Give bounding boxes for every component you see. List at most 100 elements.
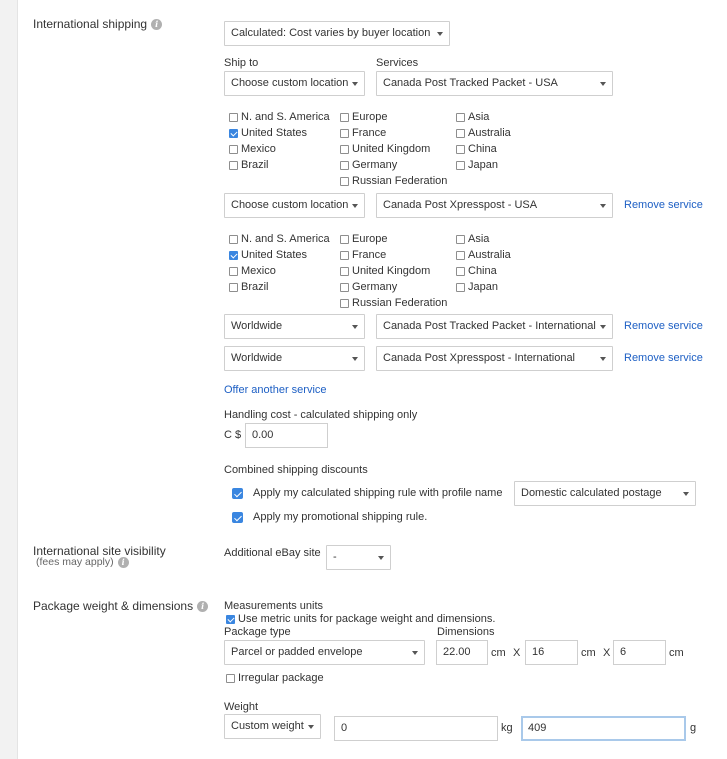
ship-to-select-2[interactable]: Choose custom location (224, 193, 365, 218)
location-label: N. and S. America (241, 111, 330, 123)
checkbox[interactable] (229, 234, 238, 244)
location-checkbox-germany[interactable]: Germany (340, 157, 397, 173)
promotional-rule-checkbox-row[interactable]: Apply my promotional shipping rule. (232, 509, 427, 525)
location-checkbox-australia[interactable]: Australia (456, 125, 511, 141)
chevron-down-icon (683, 492, 689, 496)
offer-another-service-link[interactable]: Offer another service (224, 384, 327, 396)
service-select-2[interactable]: Canada Post Xpresspost - USA (376, 193, 613, 218)
location-checkbox-brazil[interactable]: Brazil (229, 279, 269, 295)
ship-to-select-3[interactable]: Worldwide (224, 314, 365, 339)
metric-units-checkbox-row[interactable]: Use metric units for package weight and … (226, 611, 495, 627)
package-weight-label-text: Package weight & dimensions (33, 599, 194, 613)
info-icon[interactable]: i (197, 601, 209, 613)
location-checkbox-france[interactable]: France (340, 125, 386, 141)
ship-to-select-4[interactable]: Worldwide (224, 346, 365, 371)
service-select-1[interactable]: Canada Post Tracked Packet - USA (376, 71, 613, 96)
location-checkbox-brazil[interactable]: Brazil (229, 157, 269, 173)
handling-cost-input[interactable]: 0.00 (245, 423, 328, 448)
additional-site-select[interactable]: - (326, 545, 391, 570)
checkbox[interactable] (340, 234, 349, 244)
package-type-select[interactable]: Parcel or padded envelope (224, 640, 425, 665)
checkbox[interactable] (456, 112, 465, 122)
location-checkbox-asia[interactable]: Asia (456, 231, 489, 247)
checkbox[interactable] (340, 144, 349, 154)
calculated-rule-checkbox[interactable] (232, 487, 243, 499)
weight-g-input[interactable]: 409 (521, 716, 686, 741)
checkbox-checked[interactable] (229, 128, 238, 138)
dimension-height-value: 6 (620, 646, 627, 658)
checkbox-checked[interactable] (229, 250, 238, 260)
calculated-rule-checkbox-row[interactable]: Apply my calculated shipping rule with p… (232, 485, 502, 501)
location-checkbox-asia[interactable]: Asia (456, 109, 489, 125)
location-checkbox-china[interactable]: China (456, 141, 497, 157)
location-checkbox-united-states[interactable]: United States (229, 247, 307, 263)
location-checkbox-china[interactable]: China (456, 263, 497, 279)
checkbox[interactable] (340, 112, 349, 122)
location-label: Asia (468, 233, 490, 245)
checkbox[interactable] (456, 282, 465, 292)
location-checkbox-n-s-america[interactable]: N. and S. America (229, 231, 330, 247)
weight-type-select[interactable]: Custom weight (224, 714, 321, 739)
service-select-3[interactable]: Canada Post Tracked Packet - Internation… (376, 314, 613, 339)
dimension-length-input[interactable]: 22.00 (436, 640, 488, 665)
location-checkbox-japan[interactable]: Japan (456, 279, 498, 295)
checkbox[interactable] (229, 266, 238, 276)
shipping-profile-select[interactable]: Domestic calculated postage (514, 481, 696, 506)
ship-to-select-1[interactable]: Choose custom location (224, 71, 365, 96)
checkbox[interactable] (340, 282, 349, 292)
checkbox[interactable] (340, 160, 349, 170)
location-checkbox-mexico[interactable]: Mexico (229, 141, 276, 157)
location-checkbox-france[interactable]: France (340, 247, 386, 263)
checkbox[interactable] (456, 144, 465, 154)
location-checkbox-united-kingdom[interactable]: United Kingdom (340, 141, 430, 157)
remove-service-link-4[interactable]: Remove service (624, 352, 703, 364)
service-select-4[interactable]: Canada Post Xpresspost - International (376, 346, 613, 371)
checkbox[interactable] (229, 160, 238, 170)
location-checkbox-united-kingdom[interactable]: United Kingdom (340, 263, 430, 279)
promotional-rule-checkbox[interactable] (232, 511, 243, 523)
checkbox[interactable] (456, 234, 465, 244)
location-checkbox-japan[interactable]: Japan (456, 157, 498, 173)
location-checkbox-russian-federation[interactable]: Russian Federation (340, 295, 447, 311)
weight-kg-input[interactable]: 0 (334, 716, 498, 741)
location-checkbox-europe[interactable]: Europe (340, 231, 387, 247)
irregular-package-label: Irregular package (238, 672, 324, 684)
location-label: Germany (352, 281, 398, 293)
location-checkbox-russian-federation[interactable]: Russian Federation (340, 173, 447, 189)
checkbox[interactable] (456, 266, 465, 276)
location-checkbox-n-s-america[interactable]: N. and S. America (229, 109, 330, 125)
location-label: Japan (468, 281, 498, 293)
irregular-package-checkbox[interactable] (226, 673, 235, 683)
checkbox[interactable] (229, 282, 238, 292)
irregular-package-checkbox-row[interactable]: Irregular package (226, 670, 324, 686)
location-checkbox-united-states[interactable]: United States (229, 125, 307, 141)
checkbox[interactable] (340, 266, 349, 276)
chevron-down-icon (308, 725, 314, 729)
cost-type-select[interactable]: Calculated: Cost varies by buyer locatio… (224, 21, 450, 46)
location-checkbox-europe[interactable]: Europe (340, 109, 387, 125)
checkbox[interactable] (456, 250, 465, 260)
checkbox[interactable] (229, 112, 238, 122)
checkbox[interactable] (229, 144, 238, 154)
dimension-height-input[interactable]: 6 (613, 640, 666, 665)
dimension-separator: X (513, 647, 521, 659)
dimension-separator: X (603, 647, 611, 659)
remove-service-link-2[interactable]: Remove service (624, 199, 703, 211)
location-checkbox-germany[interactable]: Germany (340, 279, 397, 295)
dimension-width-input[interactable]: 16 (525, 640, 578, 665)
info-icon[interactable]: i (117, 556, 129, 568)
checkbox[interactable] (340, 176, 349, 186)
checkbox[interactable] (340, 128, 349, 138)
location-checkbox-australia[interactable]: Australia (456, 247, 511, 263)
metric-units-checkbox[interactable] (226, 614, 235, 624)
location-checkbox-mexico[interactable]: Mexico (229, 263, 276, 279)
checkbox[interactable] (456, 128, 465, 138)
checkbox[interactable] (456, 160, 465, 170)
info-icon[interactable]: i (151, 19, 163, 31)
g-unit-label: g (690, 722, 697, 734)
remove-service-link-3[interactable]: Remove service (624, 320, 703, 332)
checkbox[interactable] (340, 298, 349, 308)
chevron-down-icon (600, 325, 606, 329)
checkbox[interactable] (340, 250, 349, 260)
location-label: Mexico (241, 265, 276, 277)
